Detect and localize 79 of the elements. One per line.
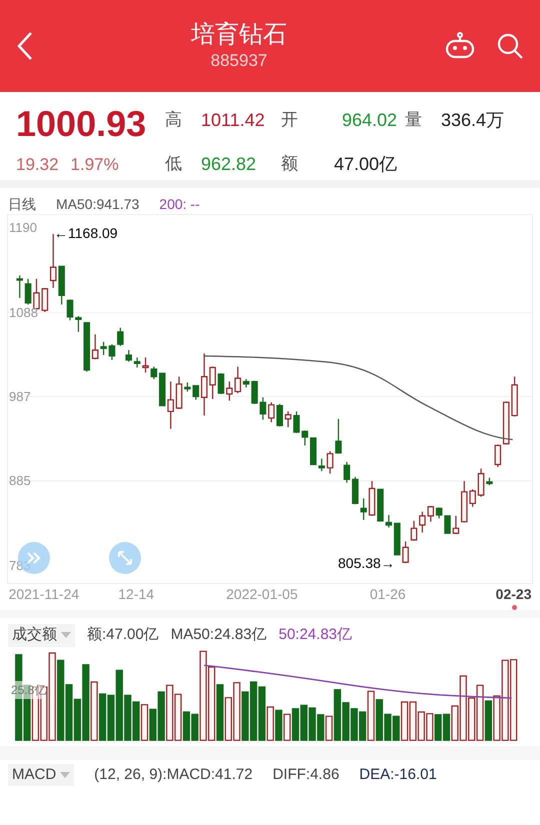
candlestick	[16, 274, 23, 298]
low-annotation: 805.38→	[338, 554, 395, 573]
date-label: 02-23	[496, 586, 532, 603]
candlestick	[200, 352, 208, 416]
stat-value: 47.00亿	[332, 153, 398, 176]
macd-value: (12, 26, 9):MACD:41.72	[94, 764, 253, 784]
candlestick	[478, 468, 484, 498]
date-label: 2021-11-24	[8, 586, 80, 603]
indicator-dropdown[interactable]: 成交额	[8, 624, 75, 646]
candlestick	[192, 385, 200, 400]
stat-value: 336.4万	[441, 109, 506, 132]
axis-label: 885	[9, 473, 31, 488]
price-change: 19.32	[16, 154, 59, 176]
candlestick	[167, 380, 174, 430]
ma50-value: MA50:941.73	[56, 195, 140, 214]
candlestick	[284, 410, 292, 428]
candlestick	[385, 514, 392, 528]
date-label: 01-26	[370, 586, 406, 603]
candlestick	[226, 380, 233, 402]
ma50-value: 50:24.83亿	[278, 625, 352, 645]
candlestick	[360, 498, 367, 521]
candlestick	[142, 356, 149, 374]
back-icon[interactable]	[16, 31, 34, 61]
axis-label: 1190	[9, 220, 37, 236]
candlestick	[410, 520, 418, 542]
current-price: 1000.93	[16, 104, 148, 144]
stat-label: 高	[165, 109, 183, 131]
candlestick	[335, 418, 342, 454]
date-label: 2022-01-05	[226, 586, 298, 603]
candlestick	[24, 278, 32, 306]
candlestick	[209, 366, 216, 400]
candlestick	[318, 458, 325, 472]
candlestick	[125, 350, 132, 362]
stat-label: 额	[281, 153, 299, 175]
stat-value: 1011.42	[201, 109, 266, 132]
period-label[interactable]: 日线	[8, 194, 36, 214]
candlestick	[494, 444, 502, 468]
candlestick	[469, 488, 476, 508]
dropdown-icon	[60, 772, 70, 778]
diff-value: DIFF:4.86	[272, 764, 340, 784]
search-icon[interactable]	[496, 32, 524, 60]
axis-label: 987	[9, 388, 31, 404]
candlestick	[117, 327, 124, 347]
candlestick	[150, 366, 158, 380]
candlestick	[344, 461, 350, 484]
dropdown-icon	[61, 632, 71, 638]
stock-code: 885937	[210, 50, 268, 72]
candlestick	[92, 334, 98, 360]
candlestick	[419, 511, 426, 534]
stat-label: 量	[405, 109, 423, 131]
stat-label: 低	[165, 153, 183, 175]
stat-value: 964.02	[340, 109, 398, 132]
axis-label: 1088	[9, 304, 38, 320]
candlestick	[444, 515, 451, 534]
candlestick	[42, 287, 48, 313]
candlestick	[134, 356, 140, 368]
ma50-value: MA50:24.83亿	[170, 625, 267, 645]
candlestick	[268, 402, 275, 423]
ma200-value: 200: --	[159, 195, 200, 214]
candlestick	[427, 505, 434, 522]
candlestick	[402, 540, 409, 564]
stat-label: 开	[281, 109, 299, 131]
candlestick	[436, 506, 442, 519]
page-title: 培育钻石	[191, 20, 287, 50]
candlestick	[184, 382, 191, 392]
high-annotation: ←1168.09	[54, 224, 118, 243]
stat-value: 962.82	[201, 153, 258, 176]
dea-value: DEA:-16.01	[359, 764, 437, 784]
robot-icon[interactable]	[444, 32, 476, 60]
date-label: 12-14	[118, 586, 154, 603]
candlestick	[452, 515, 460, 535]
percent-change: 1.97%	[70, 154, 119, 176]
expand-icon	[117, 550, 133, 566]
candlestick	[276, 403, 283, 427]
candlestick	[326, 450, 334, 474]
candlestick	[234, 366, 242, 394]
amount-value: 额:47.00亿	[87, 625, 159, 645]
candlestick	[50, 233, 57, 289]
indicator-dropdown[interactable]: MACD	[8, 764, 74, 786]
